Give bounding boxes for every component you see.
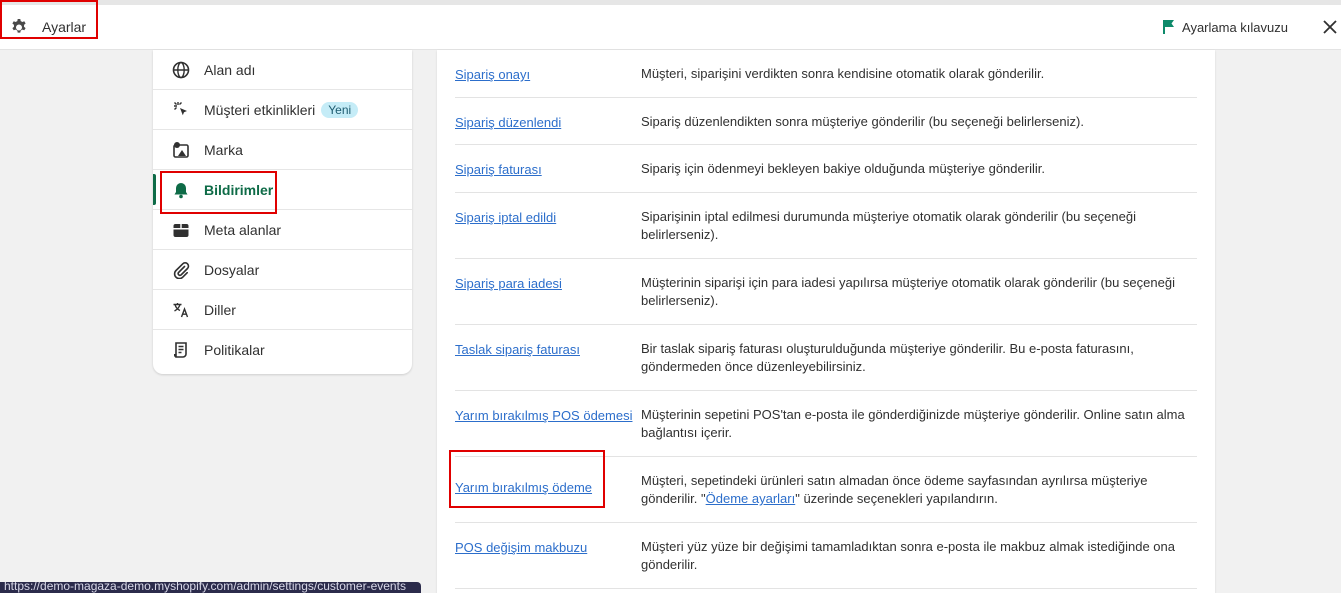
notification-description: Sipariş için ödenmeyi bekleyen bakiye ol… [641, 161, 1045, 176]
settings-header: Ayarlar Ayarlama kılavuzu [0, 5, 1341, 50]
sidebar-item-files[interactable]: Dosyalar [153, 250, 412, 290]
list-item: POS değişim makbuzu Müşteri yüz yüze bir… [455, 523, 1197, 589]
notification-link[interactable]: Sipariş iptal edildi [455, 210, 556, 225]
sidebar-item-customer-events[interactable]: Müşteri etkinlikleri Yeni [153, 90, 412, 130]
sidebar-item-label: Marka [204, 141, 243, 158]
notification-link[interactable]: POS değişim makbuzu [455, 540, 587, 555]
browser-status-bar: https://demo-magaza-demo.myshopify.com/a… [0, 582, 421, 593]
list-item: Sipariş düzenlendi Sipariş düzenlendikte… [455, 98, 1197, 145]
status-url: https://demo-magaza-demo.myshopify.com/a… [4, 582, 406, 593]
close-icon[interactable] [1319, 16, 1341, 38]
page-title: Ayarlar [42, 19, 87, 35]
brand-icon [171, 140, 191, 160]
list-item: Yarım bırakılmış POS ödemesi Müşterinin … [455, 391, 1197, 457]
setup-guide-link[interactable]: Ayarlama kılavuzu [1162, 19, 1288, 35]
sidebar-item-label: Müşteri etkinlikleri [204, 101, 316, 118]
checkout-settings-link[interactable]: Ödeme ayarları [706, 491, 796, 506]
sidebar-item-domains[interactable]: Alan adı [153, 50, 412, 90]
notifications-list: Sipariş onayı Müşteri, siparişini verdik… [437, 50, 1215, 593]
list-item: Yarım bırakılmış ödeme Müşteri, sepetind… [455, 457, 1197, 523]
sidebar-item-label: Diller [204, 301, 236, 318]
flag-icon [1163, 20, 1175, 34]
paperclip-icon [171, 260, 191, 280]
description-suffix: " üzerinde seçenekleri yapılandırın. [795, 491, 998, 506]
notification-description: Bir taslak sipariş faturası oluşturulduğ… [641, 341, 1134, 374]
notification-description: Müşteri, siparişini verdikten sonra kend… [641, 66, 1045, 81]
sidebar-item-label: Meta alanlar [204, 221, 282, 238]
translate-icon [171, 300, 191, 320]
metafields-icon [171, 220, 191, 240]
bell-icon [171, 180, 191, 200]
sidebar-item-label: Dosyalar [204, 261, 260, 278]
notification-link[interactable]: Sipariş onayı [455, 67, 530, 82]
list-item: Sipariş para iadesi Müşterinin siparişi … [455, 259, 1197, 325]
list-item: Sipariş faturası Sipariş için ödenmeyi b… [455, 145, 1197, 193]
notification-link[interactable]: Sipariş para iadesi [455, 276, 562, 291]
sidebar-item-label: Politikalar [204, 342, 265, 358]
notification-description: Müşterinin siparişi için para iadesi yap… [641, 275, 1175, 308]
list-item: Sipariş onayı Müşteri, siparişini verdik… [455, 50, 1197, 98]
sidebar-item-brand[interactable]: Marka [153, 130, 412, 170]
sidebar-item-policies[interactable]: Politikalar [153, 330, 412, 370]
notification-link[interactable]: Taslak sipariş faturası [455, 342, 580, 357]
sidebar-item-languages[interactable]: Diller [153, 290, 412, 330]
gear-icon [12, 19, 26, 33]
cursor-sparkle-icon [171, 100, 191, 120]
sidebar-item-metafields[interactable]: Meta alanlar [153, 210, 412, 250]
notification-description: Müşterinin sepetini POS'tan e-posta ile … [641, 407, 1185, 440]
sidebar-item-notifications[interactable]: Bildirimler [153, 170, 412, 210]
notification-link[interactable]: Yarım bırakılmış POS ödemesi [455, 408, 632, 423]
policy-icon [171, 340, 191, 360]
notification-description: Müşteri, sepetindeki ürünleri satın alma… [641, 472, 1201, 508]
notification-description: Müşteri yüz yüze bir değişimi tamamladık… [641, 539, 1175, 572]
setup-guide-label: Ayarlama kılavuzu [1182, 19, 1288, 35]
notification-description: Sipariş düzenlendikten sonra müşteriye g… [641, 114, 1084, 129]
notification-link[interactable]: Yarım bırakılmış ödeme [455, 480, 592, 495]
settings-sidebar: Alan adı Müşteri etkinlikleri Yeni Marka… [153, 50, 412, 374]
list-item: Sipariş iptal edildi Siparişinin iptal e… [455, 193, 1197, 259]
sidebar-item-label: Alan adı [204, 61, 256, 78]
notification-description: Siparişinin iptal edilmesi durumunda müş… [641, 209, 1136, 242]
notification-link[interactable]: Sipariş düzenlendi [455, 115, 561, 130]
list-item: Taslak sipariş faturası Bir taslak sipar… [455, 325, 1197, 391]
notification-link[interactable]: Sipariş faturası [455, 162, 542, 177]
new-badge: Yeni [321, 101, 359, 118]
globe-icon [171, 60, 191, 80]
sidebar-item-label: Bildirimler [204, 181, 274, 198]
